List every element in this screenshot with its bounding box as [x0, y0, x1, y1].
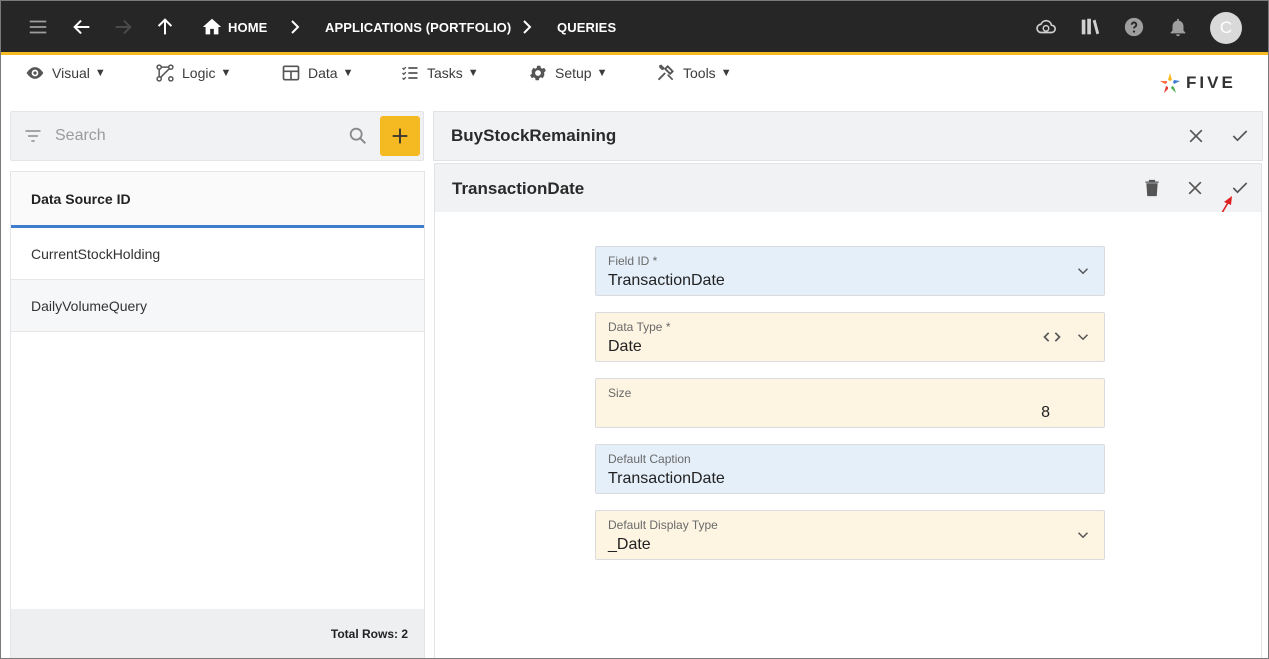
caret-down-icon: ▼: [94, 67, 106, 79]
chevron-right-icon: [288, 18, 302, 36]
hamburger-menu-icon[interactable]: [26, 15, 50, 39]
chevron-down-icon[interactable]: [1074, 328, 1092, 346]
menu-data[interactable]: Data ▼: [281, 63, 353, 83]
code-icon[interactable]: [1042, 328, 1062, 346]
menu-tasks[interactable]: Tasks ▼: [400, 63, 479, 83]
close-icon[interactable]: [1183, 176, 1207, 200]
logo-text: FIVE: [1186, 73, 1236, 92]
close-icon[interactable]: [1184, 124, 1208, 148]
search-bar: Search: [10, 111, 424, 161]
menu-data-label: Data: [308, 65, 338, 81]
menu-tasks-label: Tasks: [427, 65, 463, 81]
checklist-icon: [402, 66, 418, 81]
field-label: Field ID *: [608, 254, 658, 268]
check-icon[interactable]: [1228, 124, 1252, 148]
eye-icon: [26, 67, 44, 79]
tools-icon: [657, 64, 674, 81]
menu-tools-label: Tools: [683, 65, 716, 81]
field-value: TransactionDate: [608, 272, 725, 289]
help-icon[interactable]: [1122, 15, 1146, 39]
menu-setup[interactable]: Setup ▼: [528, 63, 607, 83]
field-value: TransactionDate: [608, 470, 725, 487]
cloud-sync-icon[interactable]: [1034, 15, 1058, 39]
forward-arrow-icon[interactable]: [111, 15, 135, 39]
library-books-icon[interactable]: [1078, 15, 1102, 39]
menu-logic-label: Logic: [182, 65, 216, 81]
form-title: TransactionDate: [452, 179, 585, 198]
chevron-right-icon: [520, 18, 534, 36]
caret-down-icon: ▼: [596, 67, 608, 79]
default-display-type-select[interactable]: Default Display Type _Date: [595, 510, 1105, 560]
chevron-down-icon[interactable]: [1074, 262, 1092, 280]
back-arrow-icon[interactable]: [70, 15, 94, 39]
menu-logic[interactable]: Logic ▼: [155, 63, 231, 83]
app-window: HOME APPLICATIONS (PORTFOLIO) QUERIES C …: [0, 0, 1269, 659]
caret-down-icon: ▼: [720, 67, 732, 79]
size-input[interactable]: Size 8: [595, 378, 1105, 428]
menu-visual-label: Visual: [52, 65, 90, 81]
five-logo-mark: [1160, 73, 1180, 93]
caret-down-icon: ▼: [467, 67, 479, 79]
field-label: Default Display Type: [608, 518, 718, 532]
bell-icon[interactable]: [1166, 15, 1190, 39]
data-type-select[interactable]: Data Type * Date: [595, 312, 1105, 362]
breadcrumb-queries[interactable]: QUERIES: [557, 20, 616, 35]
list-item[interactable]: CurrentStockHolding: [11, 228, 424, 280]
field-id-select[interactable]: Field ID * TransactionDate: [595, 246, 1105, 296]
search-input[interactable]: Search: [55, 127, 106, 145]
breadcrumb-applications[interactable]: APPLICATIONS (PORTFOLIO): [325, 20, 511, 35]
menu-bar: Visual ▼ Logic ▼ Data ▼ Tasks ▼ Setup ▼ …: [1, 55, 1268, 103]
menu-visual[interactable]: Visual ▼: [25, 63, 106, 83]
field-label: Data Type *: [608, 320, 671, 334]
gear-icon: [530, 65, 546, 81]
data-source-list: Data Source ID CurrentStockHolding Daily…: [10, 171, 425, 658]
caret-down-icon: ▼: [220, 67, 232, 79]
search-icon[interactable]: [347, 125, 369, 147]
breadcrumb-home[interactable]: HOME: [228, 20, 267, 35]
chevron-down-icon[interactable]: [1074, 526, 1092, 544]
menu-setup-label: Setup: [555, 65, 592, 81]
list-item[interactable]: DailyVolumeQuery: [11, 280, 424, 332]
field-value: _Date: [608, 536, 651, 553]
default-caption-input[interactable]: Default Caption TransactionDate: [595, 444, 1105, 494]
form-header: TransactionDate: [434, 163, 1262, 213]
up-arrow-icon[interactable]: [153, 15, 177, 39]
field-value: 8: [1041, 404, 1050, 421]
plus-icon: [392, 128, 408, 144]
field-label: Default Caption: [608, 452, 691, 466]
caret-down-icon: ▼: [342, 67, 354, 79]
parent-record-title: BuyStockRemaining: [451, 126, 617, 145]
parent-record-header: BuyStockRemaining: [433, 111, 1263, 161]
table-icon: [282, 65, 300, 81]
logic-icon: [156, 64, 174, 82]
user-avatar[interactable]: C: [1210, 12, 1242, 44]
field-value: Date: [608, 338, 642, 355]
filter-icon[interactable]: [23, 126, 43, 146]
total-rows: Total Rows: 2: [11, 609, 424, 658]
five-logo: FIVE: [1158, 71, 1236, 95]
column-header-data-source-id[interactable]: Data Source ID: [11, 172, 424, 228]
home-icon[interactable]: [200, 15, 224, 39]
field-label: Size: [608, 386, 632, 400]
top-app-bar: HOME APPLICATIONS (PORTFOLIO) QUERIES C: [1, 1, 1268, 54]
menu-tools[interactable]: Tools ▼: [656, 63, 732, 83]
add-button[interactable]: [380, 116, 420, 156]
delete-icon[interactable]: [1140, 176, 1164, 200]
